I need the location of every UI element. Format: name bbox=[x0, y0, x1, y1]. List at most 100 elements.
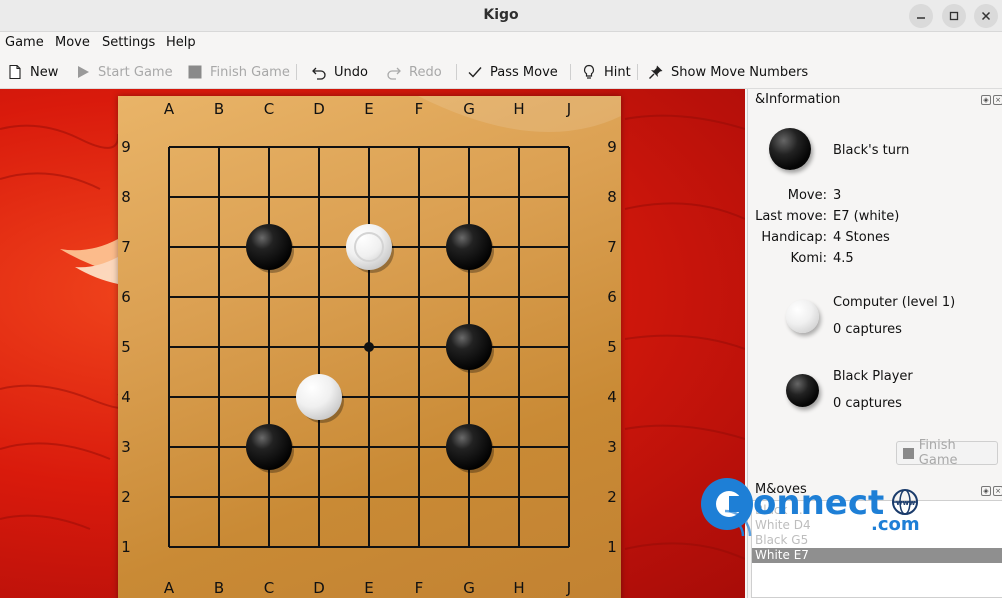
finish-game-toolbar-button[interactable]: Finish Game bbox=[186, 62, 290, 82]
column-label-top: D bbox=[313, 100, 325, 118]
close-panel-button[interactable]: × bbox=[993, 95, 1002, 105]
checkmark-icon bbox=[466, 63, 484, 81]
black-player-captures: 0 captures bbox=[833, 396, 902, 411]
row-label-right: 3 bbox=[607, 438, 617, 456]
komi-label: Komi: bbox=[790, 251, 828, 266]
row-label-left: 2 bbox=[121, 488, 131, 506]
move-label: Move: bbox=[787, 188, 827, 203]
column-label-top: E bbox=[364, 100, 373, 118]
pass-move-label: Pass Move bbox=[490, 64, 558, 80]
play-icon bbox=[74, 63, 92, 81]
row-label-left: 1 bbox=[121, 538, 131, 556]
row-label-left: 5 bbox=[121, 338, 131, 356]
row-label-left: 3 bbox=[121, 438, 131, 456]
show-move-numbers-button[interactable]: Show Move Numbers bbox=[647, 62, 808, 82]
undo-button[interactable]: Undo bbox=[310, 62, 368, 82]
minimize-icon bbox=[917, 17, 925, 19]
column-label-top: H bbox=[513, 100, 524, 118]
column-label-top: B bbox=[214, 100, 224, 118]
new-document-icon bbox=[6, 63, 24, 81]
black-stone-c7 bbox=[246, 224, 292, 270]
column-label-bottom: A bbox=[164, 579, 175, 597]
hint-button[interactable]: Hint bbox=[580, 62, 631, 82]
black-stone-c3 bbox=[246, 424, 292, 470]
start-game-label: Start Game bbox=[98, 64, 173, 80]
column-label-bottom: G bbox=[463, 579, 475, 597]
toolbar-separator bbox=[637, 64, 638, 80]
watermark-text: onnect bbox=[753, 483, 884, 523]
row-label-right: 6 bbox=[607, 288, 617, 306]
lightbulb-icon bbox=[580, 63, 598, 81]
menu-bar: Game Move Settings Help bbox=[0, 32, 1002, 54]
information-title: &Information bbox=[755, 92, 841, 107]
row-label-right: 7 bbox=[607, 238, 617, 256]
black-stone-g7 bbox=[446, 224, 492, 270]
column-label-bottom: H bbox=[513, 579, 524, 597]
pin-icon bbox=[647, 63, 665, 81]
board-grid[interactable]: A A B B C C D D E E F F G G H H J J 9 9 8 8 7 7 6 6 5 5 4 4 3 3 2 2 1 1 bbox=[118, 96, 621, 598]
finish-game-button[interactable]: Finish Game bbox=[896, 438, 998, 468]
komi-value: 4.5 bbox=[833, 251, 854, 266]
menu-move[interactable]: Move bbox=[55, 35, 90, 50]
float-panel-button[interactable]: ◈ bbox=[981, 95, 991, 105]
close-moves-button[interactable]: × bbox=[993, 486, 1002, 496]
current-turn-stone bbox=[769, 128, 811, 170]
column-label-top: J bbox=[566, 100, 571, 118]
menu-help[interactable]: Help bbox=[166, 35, 196, 50]
white-player-stone bbox=[786, 300, 819, 333]
game-area: A A B B C C D D E E F F G G H H J J 9 9 8 8 7 7 6 6 5 5 4 4 3 3 2 2 1 1 bbox=[0, 89, 745, 598]
stop-icon bbox=[186, 63, 204, 81]
watermark-www: www bbox=[896, 499, 916, 507]
column-label-top: C bbox=[264, 100, 274, 118]
black-stone-g3 bbox=[446, 424, 492, 470]
row-label-left: 7 bbox=[121, 238, 131, 256]
maximize-icon bbox=[949, 11, 959, 21]
toolbar-separator bbox=[456, 64, 457, 80]
finish-game-button-label: Finish Game bbox=[918, 438, 958, 468]
move-list-item-selected[interactable]: White E7 bbox=[752, 548, 1002, 563]
column-label-top: A bbox=[164, 100, 175, 118]
handicap-label: Handicap: bbox=[761, 230, 827, 245]
toolbar: New Start Game Finish Game Undo Redo Pas… bbox=[0, 54, 1002, 89]
window-title: Kigo bbox=[483, 7, 519, 23]
pass-move-button[interactable]: Pass Move bbox=[466, 62, 558, 82]
white-player-captures: 0 captures bbox=[833, 322, 902, 337]
minimize-button[interactable] bbox=[909, 4, 933, 28]
last-move-label: Last move: bbox=[755, 209, 827, 224]
column-label-bottom: J bbox=[566, 579, 571, 597]
move-value: 3 bbox=[833, 188, 842, 203]
float-moves-button[interactable]: ◈ bbox=[981, 486, 991, 496]
undo-label: Undo bbox=[334, 64, 368, 80]
column-label-bottom: E bbox=[364, 579, 373, 597]
title-bar: Kigo bbox=[0, 0, 1002, 32]
go-board[interactable]: A A B B C C D D E E F F G G H H J J 9 9 8 8 7 7 6 6 5 5 4 4 3 3 2 2 1 1 bbox=[118, 96, 621, 598]
row-label-right: 8 bbox=[607, 188, 617, 206]
white-stone-e7 bbox=[346, 224, 392, 270]
column-label-bottom: C bbox=[264, 579, 274, 597]
column-label-bottom: F bbox=[415, 579, 424, 597]
menu-settings[interactable]: Settings bbox=[102, 35, 155, 50]
row-label-right: 1 bbox=[607, 538, 617, 556]
handicap-value: 4 Stones bbox=[833, 230, 890, 245]
maximize-button[interactable] bbox=[942, 4, 966, 28]
watermark-domain: .com bbox=[871, 514, 920, 535]
stop-icon bbox=[903, 447, 914, 459]
start-game-button[interactable]: Start Game bbox=[74, 62, 173, 82]
row-label-right: 4 bbox=[607, 388, 617, 406]
new-button[interactable]: New bbox=[6, 62, 58, 82]
redo-button[interactable]: Redo bbox=[385, 62, 442, 82]
close-button[interactable] bbox=[974, 4, 998, 28]
white-stone-d4 bbox=[296, 374, 342, 420]
column-label-top: G bbox=[463, 100, 475, 118]
menu-game[interactable]: Game bbox=[5, 35, 44, 50]
row-label-right: 5 bbox=[607, 338, 617, 356]
toolbar-separator bbox=[296, 64, 297, 80]
row-label-left: 8 bbox=[121, 188, 131, 206]
row-label-right: 9 bbox=[607, 138, 617, 156]
column-label-bottom: B bbox=[214, 579, 224, 597]
hint-label: Hint bbox=[604, 64, 631, 80]
white-player-name: Computer (level 1) bbox=[833, 295, 956, 310]
close-icon bbox=[981, 11, 991, 21]
row-label-left: 9 bbox=[121, 138, 131, 156]
redo-icon bbox=[385, 63, 403, 81]
